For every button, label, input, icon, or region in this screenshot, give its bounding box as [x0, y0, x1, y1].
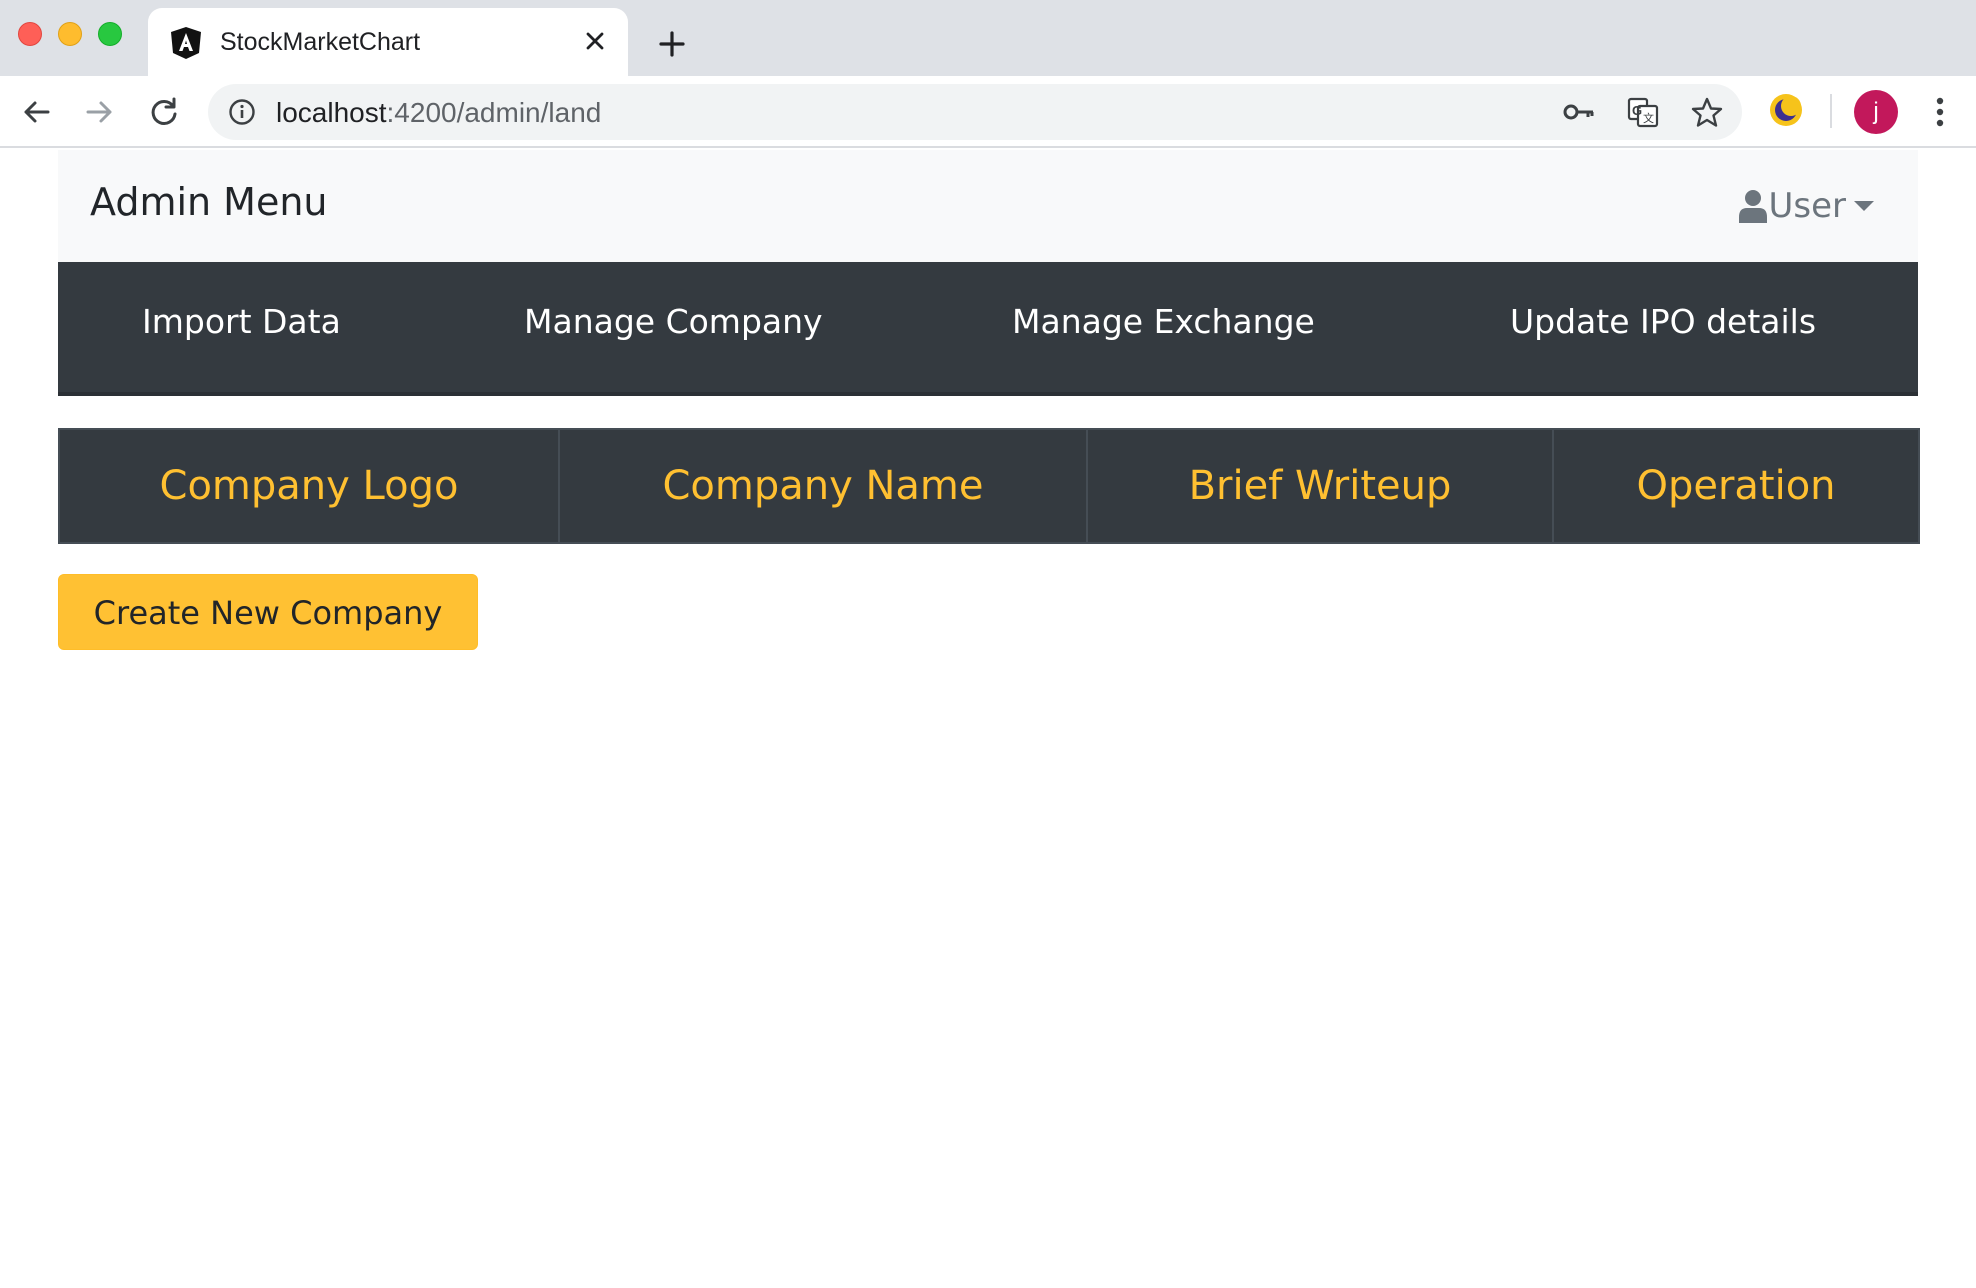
- star-icon[interactable]: [1690, 96, 1724, 128]
- user-label: User: [1768, 186, 1847, 226]
- tab-title: StockMarketChart: [220, 28, 421, 56]
- nav-manage-exchange[interactable]: Manage Exchange: [1012, 302, 1315, 341]
- profile-avatar[interactable]: j: [1854, 90, 1898, 134]
- url-text[interactable]: localhost:4200/admin/land: [276, 97, 601, 129]
- angular-favicon-icon: [171, 27, 201, 59]
- svg-text:G: G: [1632, 103, 1642, 118]
- menu-dots-icon[interactable]: [1926, 92, 1954, 132]
- header-company-name: Company Name: [558, 428, 1088, 544]
- info-icon[interactable]: [228, 98, 256, 126]
- browser-toolbar: localhost:4200/admin/land G 文 j: [0, 76, 1976, 148]
- header-brief-writeup: Brief Writeup: [1086, 428, 1554, 544]
- close-icon[interactable]: [580, 26, 610, 56]
- company-table: Company Logo Company Name Brief Writeup …: [58, 428, 1920, 544]
- browser-tab[interactable]: StockMarketChart: [148, 8, 628, 76]
- key-icon[interactable]: [1562, 96, 1596, 128]
- page-content: Admin Menu User Import Data Manage Compa…: [0, 150, 1976, 1288]
- user-dropdown[interactable]: User: [1738, 184, 1874, 228]
- window-close-button[interactable]: [18, 22, 42, 46]
- browser-tab-bar: StockMarketChart: [0, 0, 1976, 76]
- admin-navbar: Admin Menu User: [58, 150, 1918, 262]
- nav-manage-company[interactable]: Manage Company: [524, 302, 823, 341]
- translate-icon[interactable]: G 文: [1626, 96, 1660, 128]
- plus-icon[interactable]: [652, 24, 692, 64]
- url-path: :4200/admin/land: [386, 97, 602, 128]
- caret-down-icon: [1854, 201, 1874, 211]
- create-new-company-button[interactable]: Create New Company: [58, 574, 478, 650]
- main-nav: Import Data Manage Company Manage Exchan…: [58, 262, 1918, 396]
- extension-icon[interactable]: [1768, 92, 1804, 128]
- reload-icon[interactable]: [144, 92, 184, 132]
- nav-update-ipo-details[interactable]: Update IPO details: [1510, 302, 1816, 341]
- address-bar[interactable]: localhost:4200/admin/land G 文: [208, 84, 1742, 140]
- navbar-brand[interactable]: Admin Menu: [90, 180, 328, 224]
- header-operation: Operation: [1552, 428, 1920, 544]
- url-host: localhost: [276, 97, 387, 128]
- header-company-logo: Company Logo: [58, 428, 560, 544]
- forward-arrow-icon[interactable]: [80, 92, 120, 132]
- toolbar-separator: [1830, 94, 1832, 128]
- user-icon: [1738, 190, 1767, 223]
- back-arrow-icon[interactable]: [16, 92, 56, 132]
- window-minimize-button[interactable]: [58, 22, 82, 46]
- window-maximize-button[interactable]: [98, 22, 122, 46]
- table-header-row: Company Logo Company Name Brief Writeup …: [58, 428, 1920, 544]
- svg-text:文: 文: [1643, 111, 1654, 125]
- nav-import-data[interactable]: Import Data: [142, 302, 341, 341]
